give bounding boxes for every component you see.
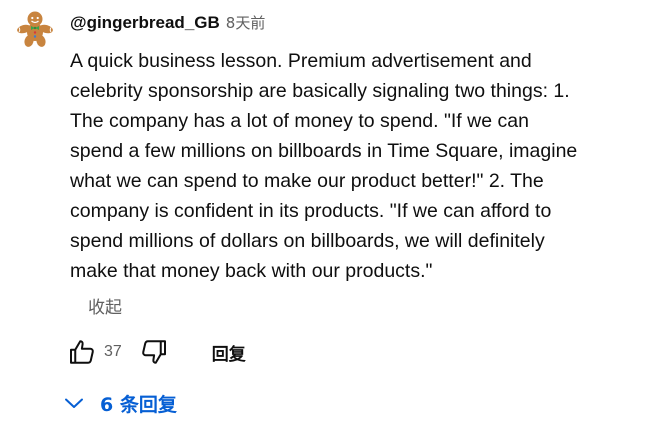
replies-count-label: 6 条回复 <box>100 393 177 416</box>
dislike-button[interactable] <box>136 334 172 370</box>
author-name[interactable]: @gingerbread_GB <box>70 13 220 33</box>
comment-text-line: A quick business lesson. Premium adverti… <box>70 50 532 72</box>
comment-time[interactable]: 8天前 <box>226 12 266 33</box>
comment-text: A quick business lesson. Premium adverti… <box>70 46 630 286</box>
comment-text-line: spend millions of dollars on billboards,… <box>70 230 545 252</box>
comment-thread: @gingerbread_GB 8天前 A quick business les… <box>0 0 648 426</box>
comment-action-bar: 37 回复 <box>64 334 246 370</box>
gingerbread-avatar-icon <box>17 11 53 47</box>
comment-header: @gingerbread_GB 8天前 <box>70 12 265 36</box>
comment-text-line: spend a few millions on billboards in Ti… <box>70 140 578 162</box>
comment-text-line: celebrity sponsorship are basically sign… <box>70 80 570 102</box>
avatar[interactable] <box>16 10 54 48</box>
comment-text-line: The company has a lot of money to spend.… <box>70 110 529 132</box>
comment-text-line: company is confident in its products. "I… <box>70 200 552 222</box>
reply-button[interactable]: 回复 <box>212 340 246 365</box>
show-replies-button[interactable]: 6 条回复 <box>62 386 177 420</box>
collapse-button[interactable]: 收起 <box>88 293 122 318</box>
like-count: 37 <box>104 343 122 360</box>
like-button[interactable] <box>64 334 100 370</box>
chevron-down-icon <box>65 398 83 408</box>
thumbs-up-icon <box>70 340 94 364</box>
comment-text-line: what we can spend to make our product be… <box>70 170 544 192</box>
comment-text-line: make that money back with our products." <box>70 260 433 282</box>
thumbs-down-icon <box>141 340 166 364</box>
